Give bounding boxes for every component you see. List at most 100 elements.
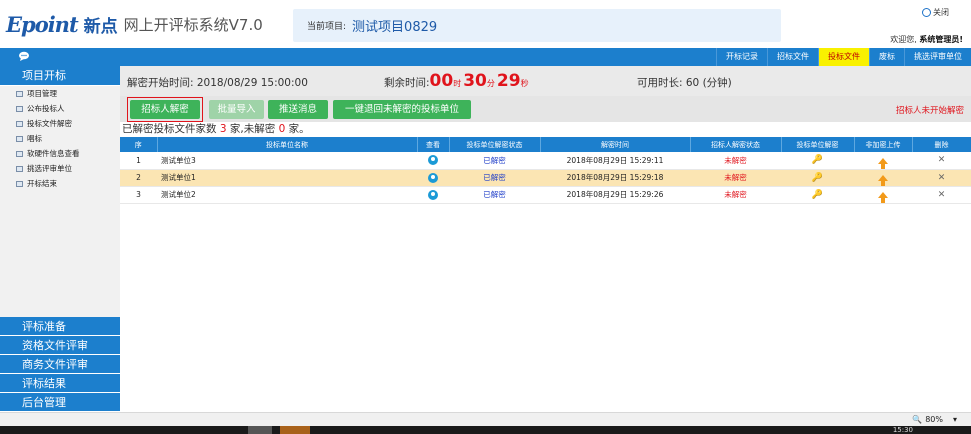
delete-icon[interactable]: ✕	[938, 173, 946, 183]
row-tenderer-status: 未解密	[690, 169, 781, 187]
sidebar-item-label: 公布投标人	[27, 104, 65, 113]
sidebar-section-prep[interactable]: 评标准备	[0, 317, 120, 336]
close-link[interactable]: 关闭	[922, 7, 949, 18]
page-icon	[16, 135, 23, 142]
user-icon[interactable]	[428, 172, 438, 183]
system-title: 网上开评标系统V7.0	[123, 15, 263, 34]
power-icon	[922, 8, 931, 17]
sidebar-section-admin[interactable]: 后台管理	[0, 393, 120, 412]
nav-item-open-record[interactable]: 开标记录	[716, 48, 767, 66]
col-header-view: 查看	[417, 137, 450, 152]
sidebar-item-label: 软硬件信息查看	[27, 149, 80, 158]
table-header-row: 序 投标单位名称 查看 投标单位解密状态 解密时间 招标人解密状态 投标单位解密…	[120, 137, 971, 152]
return-undecrypted-button[interactable]: 一键退回未解密的投标单位	[333, 100, 471, 119]
project-name: 测试项目0829	[352, 20, 438, 35]
view-cell	[417, 186, 449, 204]
col-header-no: 序	[120, 137, 158, 152]
hours-unit: 时	[453, 79, 462, 88]
remaining-label: 剩余时间:	[384, 77, 430, 89]
remaining-minutes: 30	[463, 71, 487, 91]
sidebar-item-select-reviewer[interactable]: 挑选评审单位	[0, 161, 120, 176]
upload-cell	[854, 169, 912, 187]
table-row[interactable]: 1 测试单位3 已解密 2018年08月29日 15:29:11 未解密 🔑 ✕	[120, 152, 971, 170]
nav-item-tender-file[interactable]: 招标文件	[767, 48, 818, 66]
upload-arrow-icon[interactable]	[878, 157, 888, 169]
row-bidder-status: 已解密	[449, 169, 540, 187]
row-bidder-status: 已解密	[449, 186, 540, 204]
sidebar: 项目开标 项目管理 公布投标人 投标文件解密 唱标 软硬件信息查看 挑选评审单位…	[0, 66, 120, 412]
table-row[interactable]: 2 测试单位1 已解密 2018年08月29日 15:29:18 未解密 🔑 ✕	[120, 169, 971, 187]
zoom-control[interactable]: 🔍 80% ▾	[912, 415, 957, 424]
col-header-plain-upload: 非加密上传	[854, 137, 913, 152]
message-icon[interactable]	[18, 51, 30, 62]
row-name: 测试单位3	[157, 152, 417, 170]
nav-item-bid-file[interactable]: 投标文件	[818, 48, 869, 66]
summary-prefix: 已解密投标文件家数	[122, 123, 217, 135]
taskbar-app-1[interactable]	[248, 426, 272, 434]
sidebar-bottom-sections: 评标准备 资格文件评审 商务文件评审 评标结果 后台管理	[0, 317, 120, 412]
col-header-bidder-status: 投标单位解密状态	[449, 137, 541, 152]
row-time: 2018年08月29日 15:29:11	[540, 152, 690, 170]
tenderer-status-text: 招标人未开始解密	[895, 106, 964, 116]
key-icon[interactable]: 🔑	[812, 190, 823, 200]
app-header: Epoint 新点 网上开评标系统V7.0 当前项目: 测试项目0829 关闭 …	[0, 0, 971, 48]
os-taskbar: 15:30	[0, 426, 971, 434]
project-label: 当前项目:	[307, 22, 347, 32]
sidebar-section-result[interactable]: 评标结果	[0, 374, 120, 393]
sidebar-item-project-manage[interactable]: 项目管理	[0, 86, 120, 101]
delete-icon[interactable]: ✕	[938, 190, 946, 200]
delete-cell: ✕	[912, 169, 971, 187]
sidebar-item-hw-info[interactable]: 软硬件信息查看	[0, 146, 120, 161]
col-header-decrypt-time: 解密时间	[540, 137, 691, 152]
decrypt-cell: 🔑	[781, 169, 854, 187]
tenderer-decrypt-button[interactable]: 招标人解密	[130, 100, 200, 119]
row-name: 测试单位1	[157, 169, 417, 187]
upload-cell	[854, 186, 912, 204]
view-cell	[417, 152, 449, 170]
decrypt-summary: 已解密投标文件家数 3 家,未解密 0 家。	[120, 123, 971, 136]
remaining-hours: 00	[429, 71, 454, 91]
taskbar-clock: 15:30	[892, 426, 913, 434]
key-icon[interactable]: 🔑	[812, 173, 823, 183]
sidebar-item-sing-bid[interactable]: 唱标	[0, 131, 120, 146]
decrypt-cell: 🔑	[781, 186, 854, 204]
nav-item-select-reviewer[interactable]: 挑选评审单位	[904, 48, 971, 66]
sidebar-section-open[interactable]: 项目开标	[0, 66, 120, 86]
sidebar-item-open-end[interactable]: 开标结束	[0, 176, 120, 191]
sidebar-section-qual[interactable]: 资格文件评审	[0, 336, 120, 355]
batch-import-button[interactable]: 批量导入	[209, 100, 264, 119]
sidebar-item-publish-bidder[interactable]: 公布投标人	[0, 101, 120, 116]
user-icon[interactable]	[428, 155, 438, 166]
key-icon[interactable]: 🔑	[812, 155, 823, 165]
top-nav: 开标记录 招标文件 投标文件 废标 挑选评审单位	[0, 48, 971, 66]
undecrypted-count: 0	[278, 123, 286, 135]
decrypt-cell: 🔑	[781, 152, 854, 170]
delete-cell: ✕	[912, 152, 971, 170]
taskbar-app-2[interactable]	[280, 426, 310, 434]
nav-item-void-bid[interactable]: 废标	[869, 48, 904, 66]
row-no: 3	[120, 186, 157, 204]
welcome-user: 系统管理员!	[919, 35, 963, 44]
decrypted-count: 3	[219, 123, 227, 135]
zoom-level: 80%	[925, 415, 943, 424]
upload-arrow-icon[interactable]	[878, 192, 888, 203]
col-header-name: 投标单位名称	[157, 137, 418, 152]
upload-arrow-icon[interactable]	[878, 175, 888, 186]
col-header-bidder-decrypt: 投标单位解密	[781, 137, 855, 152]
remaining-seconds: 29	[496, 71, 521, 91]
row-no: 1	[120, 152, 157, 170]
sidebar-item-bid-decrypt[interactable]: 投标文件解密	[0, 116, 120, 131]
row-time: 2018年08月29日 15:29:18	[540, 169, 690, 187]
chevron-down-icon: ▾	[952, 415, 957, 424]
delete-icon[interactable]: ✕	[938, 155, 946, 165]
zoom-icon: 🔍	[912, 415, 923, 424]
push-message-button[interactable]: 推送消息	[268, 100, 328, 119]
sidebar-section-biz[interactable]: 商务文件评审	[0, 355, 120, 374]
seconds-unit: 秒	[520, 79, 529, 88]
upload-cell	[854, 152, 912, 170]
user-icon[interactable]	[428, 189, 438, 200]
close-label: 关闭	[933, 8, 949, 17]
view-cell	[417, 169, 449, 187]
row-bidder-status: 已解密	[449, 152, 540, 170]
table-row[interactable]: 3 测试单位2 已解密 2018年08月29日 15:29:26 未解密 🔑 ✕	[120, 186, 971, 204]
